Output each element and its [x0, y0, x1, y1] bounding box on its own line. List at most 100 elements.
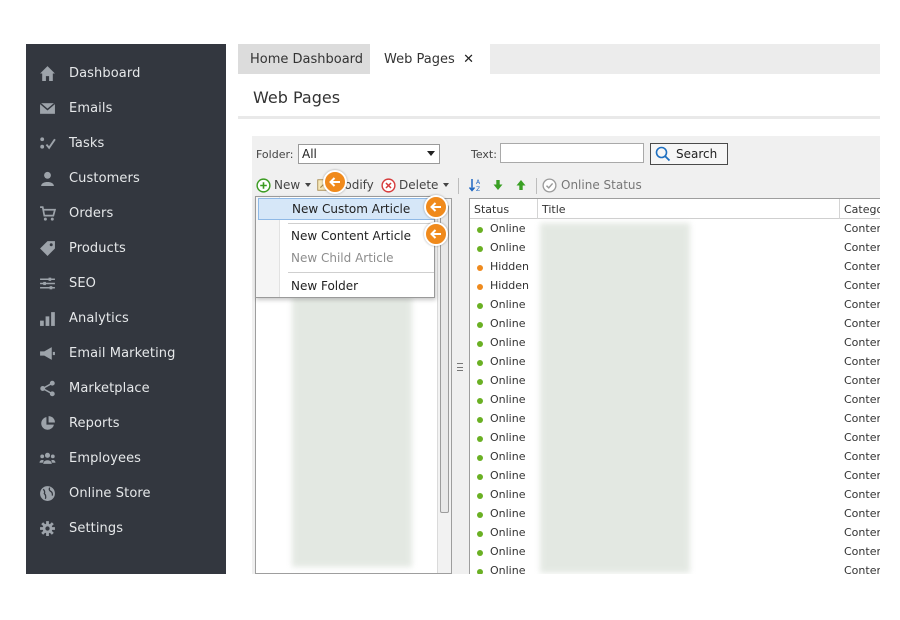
sidebar-item-employees[interactable]: Employees	[26, 443, 226, 473]
sidebar-item-analytics[interactable]: Analytics	[26, 303, 226, 333]
delete-button[interactable]: Delete	[381, 176, 450, 194]
category-cell: Content	[844, 241, 880, 254]
status-dot-icon	[477, 246, 483, 252]
status-cell: Online	[490, 393, 526, 406]
status-dot-icon	[477, 265, 483, 271]
chevron-down-icon	[427, 151, 435, 156]
chevron-down-icon	[443, 183, 450, 187]
search-button[interactable]: Search	[650, 143, 728, 165]
category-cell: Content	[844, 450, 880, 463]
tab-web-pages[interactable]: Web Pages ✕	[370, 44, 490, 74]
new-button-label: New	[274, 178, 301, 192]
new-button[interactable]: New	[256, 176, 312, 194]
sidebar-item-seo[interactable]: SEO	[26, 268, 226, 298]
share-icon	[38, 379, 56, 397]
sidebar-item-emails[interactable]: Emails	[26, 93, 226, 123]
status-cell: Online	[490, 317, 526, 330]
scrollbar-thumb[interactable]	[440, 205, 449, 513]
divider	[238, 116, 880, 119]
menu-item-new-folder[interactable]: New Folder	[258, 275, 434, 297]
move-down-button[interactable]	[492, 176, 504, 194]
main-content: Home Dashboard Web Pages ✕ Web Pages Fol…	[238, 44, 880, 574]
sidebar-item-label: Employees	[69, 450, 142, 466]
status-dot-icon	[477, 322, 483, 328]
status-cell: Online	[490, 450, 526, 463]
cart-icon	[38, 204, 56, 222]
sidebar-item-orders[interactable]: Orders	[26, 198, 226, 228]
status-dot-icon	[477, 379, 483, 385]
category-cell: Content	[844, 507, 880, 520]
svg-text:Z: Z	[476, 186, 480, 193]
arrow-up-icon	[516, 180, 526, 190]
panel-splitter[interactable]	[454, 198, 466, 574]
online-status-button[interactable]: Online Status	[542, 176, 642, 194]
sidebar-item-dashboard[interactable]: Dashboard	[26, 58, 226, 88]
user-icon	[38, 169, 56, 187]
callout-arrow-icon	[424, 222, 448, 246]
sidebar-item-label: Dashboard	[69, 65, 141, 81]
status-dot-icon	[477, 493, 483, 499]
status-dot-icon	[477, 531, 483, 537]
menu-item-label: New Folder	[291, 279, 359, 293]
pages-grid[interactable]: Status Title Category Online Content Onlin…	[469, 198, 880, 574]
tag-icon	[38, 239, 56, 257]
page-title: Web Pages	[253, 88, 341, 107]
add-icon	[256, 177, 271, 193]
column-header-category[interactable]: Category	[840, 199, 880, 219]
column-header-status[interactable]: Status	[470, 199, 538, 219]
sidebar-item-tasks[interactable]: Tasks	[26, 128, 226, 158]
pie-chart-icon	[38, 414, 56, 432]
sidebar-item-settings[interactable]: Settings	[26, 513, 226, 543]
sidebar-item-reports[interactable]: Reports	[26, 408, 226, 438]
menu-item-new-child-article[interactable]: New Child Article	[258, 247, 434, 269]
status-cell: Online	[490, 507, 526, 520]
category-cell: Content	[844, 564, 880, 574]
category-cell: Content	[844, 526, 880, 539]
status-cell: Online	[490, 545, 526, 558]
column-header-title[interactable]: Title	[538, 199, 840, 219]
status-cell: Online	[490, 488, 526, 501]
status-dot-icon	[477, 398, 483, 404]
gear-icon	[38, 519, 56, 537]
category-cell: Content	[844, 279, 880, 292]
sidebar-item-label: Tasks	[69, 135, 105, 151]
menu-item-new-content-article[interactable]: New Content Article	[258, 225, 434, 247]
category-cell: Content	[844, 374, 880, 387]
sidebar-item-products[interactable]: Products	[26, 233, 226, 263]
sidebar-item-customers[interactable]: Customers	[26, 163, 226, 193]
folder-select-value: All	[302, 147, 317, 161]
status-dot-icon	[477, 341, 483, 347]
chevron-down-icon	[305, 183, 312, 187]
callout-arrow-icon	[323, 170, 347, 194]
folder-select[interactable]: All	[298, 144, 440, 164]
sidebar-item-label: SEO	[69, 275, 96, 291]
sidebar-item-email-marketing[interactable]: Email Marketing	[26, 338, 226, 368]
menu-divider	[288, 272, 434, 273]
status-dot-icon	[477, 436, 483, 442]
sidebar-item-online-store[interactable]: Online Store	[26, 478, 226, 508]
sidebar-item-marketplace[interactable]: Marketplace	[26, 373, 226, 403]
folder-label: Folder:	[256, 148, 294, 161]
category-cell: Content	[844, 222, 880, 235]
status-dot-icon	[477, 512, 483, 518]
text-search-input[interactable]	[500, 143, 644, 163]
tab-home-dashboard[interactable]: Home Dashboard	[238, 44, 370, 74]
category-cell: Content	[844, 412, 880, 425]
sidebar-item-label: Online Store	[69, 485, 151, 501]
close-icon[interactable]: ✕	[463, 52, 474, 67]
search-button-label: Search	[676, 147, 718, 161]
arrow-down-icon	[493, 180, 503, 190]
category-cell: Content	[844, 260, 880, 273]
tree-scrollbar[interactable]	[437, 199, 451, 573]
menu-item-label: New Content Article	[291, 229, 412, 243]
home-icon	[38, 64, 56, 82]
status-cell: Online	[490, 336, 526, 349]
sort-button[interactable]: AZ	[468, 176, 484, 194]
new-dropdown-menu: New Custom Article New Content Article N…	[255, 196, 435, 298]
category-cell: Content	[844, 298, 880, 311]
megaphone-icon	[38, 344, 56, 362]
menu-item-new-custom-article[interactable]: New Custom Article	[258, 198, 434, 220]
move-up-button[interactable]	[515, 176, 527, 194]
status-cell: Hidden	[490, 279, 530, 292]
search-icon	[655, 146, 671, 162]
